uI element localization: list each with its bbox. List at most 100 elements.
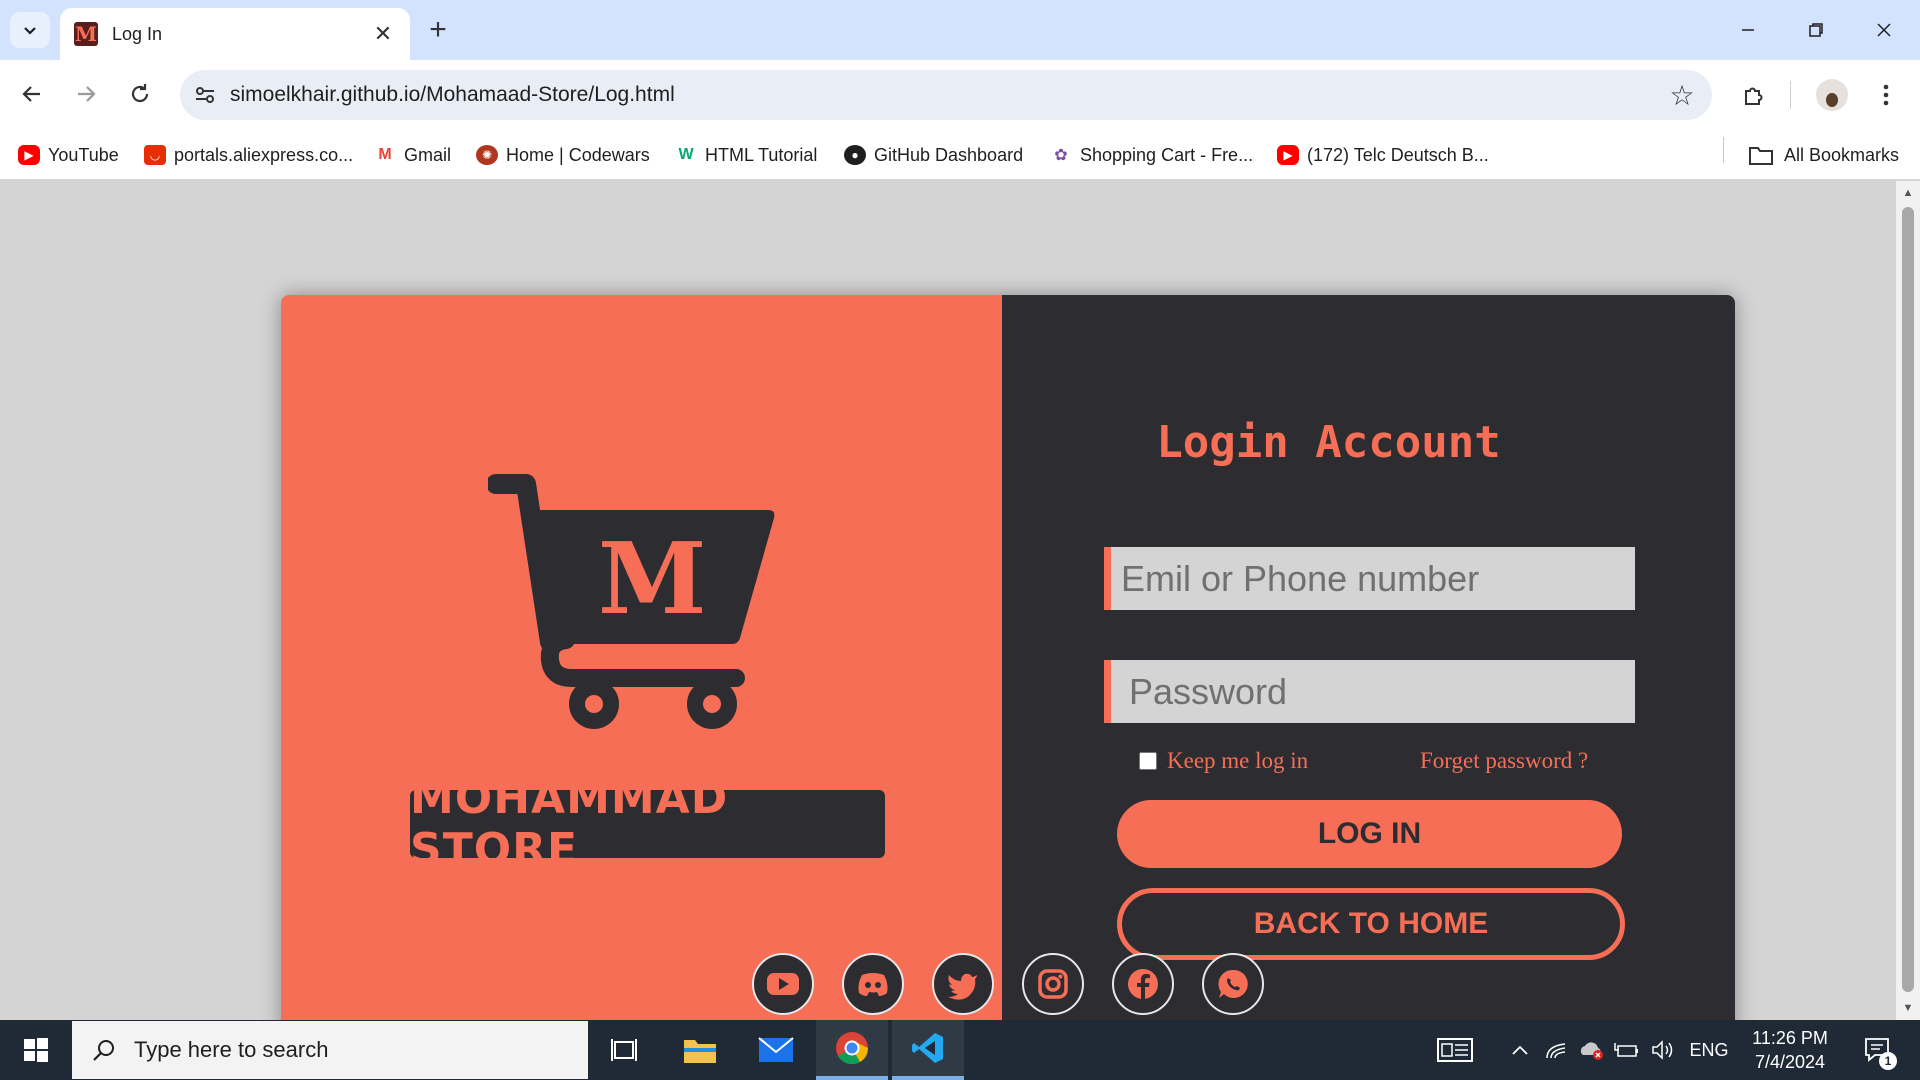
onedrive-tray-icon[interactable] bbox=[1576, 1020, 1606, 1080]
discord-icon bbox=[858, 973, 888, 996]
scroll-up-arrow-icon[interactable]: ▲ bbox=[1896, 183, 1920, 203]
all-bookmarks-button[interactable]: All Bookmarks bbox=[1748, 142, 1899, 168]
facebook-icon bbox=[1128, 969, 1158, 999]
language-indicator[interactable]: ENG bbox=[1684, 1020, 1734, 1080]
forward-button[interactable] bbox=[66, 74, 106, 114]
chevron-down-icon bbox=[24, 27, 36, 35]
bookmark-label: HTML Tutorial bbox=[705, 144, 818, 165]
profile-button[interactable] bbox=[1812, 76, 1852, 114]
login-card: M MOHAMMAD STORE Login Account Keep me l… bbox=[281, 295, 1735, 1020]
email-field[interactable] bbox=[1104, 547, 1635, 610]
url-text[interactable]: simoelkhair.github.io/Mohamaad-Store/Log… bbox=[230, 83, 1652, 107]
keep-logged-in[interactable]: Keep me log in bbox=[1139, 748, 1308, 774]
reload-icon bbox=[131, 84, 149, 103]
all-bookmarks-label: All Bookmarks bbox=[1784, 144, 1900, 165]
keep-logged-in-label: Keep me log in bbox=[1167, 748, 1309, 773]
instagram-social-button[interactable] bbox=[1022, 953, 1084, 1015]
bookmark-label: YouTube bbox=[48, 144, 119, 165]
folder-icon bbox=[1749, 147, 1773, 165]
notification-count-badge: 1 bbox=[1879, 1052, 1897, 1070]
mail-app-button[interactable] bbox=[740, 1020, 812, 1080]
back-to-home-button[interactable]: BACK TO HOME bbox=[1117, 888, 1625, 960]
login-title-text: Login Account bbox=[1156, 417, 1501, 468]
close-tab-icon[interactable]: ✕ bbox=[370, 21, 396, 47]
keep-logged-in-checkbox[interactable] bbox=[1139, 752, 1157, 770]
bookmark-label: portals.aliexpress.co... bbox=[174, 144, 354, 165]
taskbar-clock[interactable]: 11:26 PM 7/4/2024 bbox=[1740, 1026, 1840, 1074]
windows-logo-icon bbox=[24, 1038, 48, 1062]
file-explorer-button[interactable] bbox=[664, 1020, 736, 1080]
volume-tray-icon[interactable] bbox=[1648, 1020, 1678, 1080]
site-info-icon[interactable] bbox=[180, 84, 230, 106]
aliexpress-icon: ◡ bbox=[144, 145, 166, 165]
network-tray-icon[interactable] bbox=[1542, 1020, 1570, 1080]
bookmark-label: (172) Telc Deutsch B... bbox=[1307, 144, 1489, 165]
taskbar-search-placeholder: Type here to search bbox=[134, 1037, 329, 1062]
youtube-icon: ▶ bbox=[18, 145, 40, 165]
new-tab-button[interactable]: + bbox=[420, 12, 456, 48]
extensions-button[interactable] bbox=[1734, 76, 1774, 114]
bookmark-label: Home | Codewars bbox=[506, 144, 650, 165]
forgot-password-link[interactable]: Forget password ? bbox=[1420, 748, 1588, 774]
bookmark-github[interactable]: ● GitHub Dashboard bbox=[844, 142, 1023, 168]
battery-tray-icon[interactable] bbox=[1612, 1020, 1642, 1080]
bookmark-telc[interactable]: ▶ (172) Telc Deutsch B... bbox=[1277, 142, 1489, 168]
chrome-taskbar-button[interactable] bbox=[816, 1020, 888, 1080]
show-hidden-icons-button[interactable] bbox=[1506, 1020, 1534, 1080]
instagram-icon bbox=[1038, 969, 1068, 999]
vscode-taskbar-button[interactable] bbox=[892, 1020, 964, 1080]
task-view-button[interactable] bbox=[588, 1020, 660, 1080]
folder-icon bbox=[684, 1040, 716, 1063]
address-bar[interactable]: simoelkhair.github.io/Mohamaad-Store/Log… bbox=[180, 70, 1712, 120]
reload-button[interactable] bbox=[120, 74, 160, 114]
news-widget-button[interactable] bbox=[1430, 1020, 1480, 1080]
taskbar-search-box[interactable]: Type here to search bbox=[72, 1021, 588, 1079]
cloud-error-icon bbox=[1580, 1042, 1603, 1060]
tab-search-button[interactable] bbox=[10, 12, 50, 48]
task-view-icon bbox=[611, 1039, 637, 1061]
bookmark-shopping-cart[interactable]: ✿ Shopping Cart - Fre... bbox=[1050, 142, 1253, 168]
close-window-button[interactable] bbox=[1854, 10, 1914, 50]
restore-window-button[interactable] bbox=[1786, 10, 1846, 50]
youtube-social-button[interactable] bbox=[752, 953, 814, 1015]
minimize-window-button[interactable] bbox=[1718, 10, 1778, 50]
bookmark-youtube[interactable]: ▶ YouTube bbox=[18, 142, 119, 168]
whatsapp-social-button[interactable] bbox=[1202, 953, 1264, 1015]
bookmark-html-tutorial[interactable]: W HTML Tutorial bbox=[675, 142, 817, 168]
browser-tab[interactable]: M Log In ✕ bbox=[60, 8, 410, 60]
browser-menu-button[interactable] bbox=[1866, 76, 1906, 114]
windows-taskbar: Type here to search ENG 11:26 PM 7/4/202… bbox=[0, 1020, 1920, 1080]
bookmark-gmail[interactable]: M Gmail bbox=[374, 142, 451, 168]
back-button[interactable] bbox=[12, 74, 52, 114]
start-button[interactable] bbox=[0, 1020, 72, 1080]
youtube-icon bbox=[767, 973, 799, 995]
mail-icon bbox=[758, 1037, 794, 1062]
scroll-down-arrow-icon[interactable]: ▼ bbox=[1896, 998, 1920, 1018]
scrollbar-thumb[interactable] bbox=[1902, 207, 1914, 992]
discord-social-button[interactable] bbox=[842, 953, 904, 1015]
codewars-icon: ✺ bbox=[476, 145, 498, 165]
email-input[interactable] bbox=[1121, 557, 1635, 600]
vscode-icon bbox=[912, 1033, 943, 1063]
bookmark-codewars[interactable]: ✺ Home | Codewars bbox=[476, 142, 650, 168]
notification-center-button[interactable]: 1 bbox=[1852, 1020, 1902, 1080]
w3schools-icon: W bbox=[675, 145, 697, 165]
tab-favicon: M bbox=[74, 22, 98, 46]
brand-name: MOHAMMAD STORE bbox=[410, 773, 729, 875]
browser-tab-bar: M Log In ✕ + bbox=[0, 0, 1920, 60]
twitter-social-button[interactable] bbox=[932, 953, 994, 1015]
bookmark-aliexpress[interactable]: ◡ portals.aliexpress.co... bbox=[144, 142, 353, 168]
facebook-social-button[interactable] bbox=[1112, 953, 1174, 1015]
bookmarks-bar: ▶ YouTube ◡ portals.aliexpress.co... M G… bbox=[0, 130, 1920, 180]
bookmark-star-icon[interactable]: ☆ bbox=[1652, 79, 1712, 112]
bookmarks-divider bbox=[1723, 137, 1724, 163]
page-scrollbar[interactable]: ▲ ▼ bbox=[1896, 181, 1920, 1020]
brand-name-box: MOHAMMAD STORE bbox=[410, 773, 885, 875]
bookmark-label: GitHub Dashboard bbox=[874, 144, 1024, 165]
password-field[interactable] bbox=[1104, 660, 1635, 723]
github-icon: ● bbox=[844, 145, 866, 165]
password-input[interactable] bbox=[1129, 670, 1635, 713]
clock-date: 7/4/2024 bbox=[1754, 1052, 1826, 1072]
battery-icon bbox=[1614, 1043, 1638, 1057]
login-button[interactable]: LOG IN bbox=[1117, 800, 1622, 868]
